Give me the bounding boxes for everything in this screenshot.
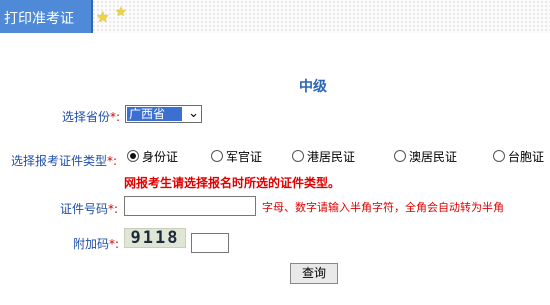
captcha-input[interactable] [191,233,229,253]
radio-dot[interactable] [493,150,505,162]
star-icon: ★ [96,8,110,26]
radio-label: 台胞证 [508,150,545,164]
id-type-label: 选择报考证件类型*: [11,152,117,169]
query-button[interactable]: 查询 [290,263,338,284]
captcha-image[interactable]: 9118 [124,228,186,248]
header-tab: 打印准考证 [0,0,93,33]
required-mark: *: [110,110,121,124]
captcha-label: 附加码*: [73,235,119,252]
id-number-hint: 字母、数字请输入半角字符，全角会自动转为半角 [262,201,504,214]
radio-id-card[interactable]: 身份证 [127,148,178,165]
required-mark: *: [108,202,119,216]
id-type-label-text: 选择报考证件类型 [11,154,108,168]
radio-dot[interactable] [292,150,304,162]
id-number-input[interactable] [124,196,256,216]
province-select[interactable]: 广西省 ⌄ [125,105,202,123]
radio-label: 港居民证 [307,150,356,164]
chevron-down-icon: ⌄ [188,106,199,121]
header-title: 打印准考证 [4,11,74,27]
radio-dot[interactable] [211,150,223,162]
id-number-label-text: 证件号码 [60,202,109,216]
required-mark: *: [107,154,118,168]
province-label-text: 选择省份 [62,110,111,124]
level-title: 中级 [299,79,327,95]
radio-officer-card[interactable]: 军官证 [211,148,262,165]
id-type-warning: 网报考生请选择报名时所选的证件类型。 [124,176,341,190]
captcha-label-text: 附加码 [73,237,110,251]
radio-hk-card[interactable]: 港居民证 [292,148,355,165]
radio-macau-card[interactable]: 澳居民证 [394,148,457,165]
radio-dot[interactable] [127,150,139,162]
radio-label: 澳居民证 [409,150,458,164]
id-number-label: 证件号码*: [60,200,118,217]
province-selected-value: 广西省 [127,107,182,121]
radio-taiwan-card[interactable]: 台胞证 [493,148,544,165]
required-mark: *: [109,237,120,251]
radio-dot[interactable] [394,150,406,162]
province-label: 选择省份*: [62,108,120,125]
radio-label: 身份证 [142,150,179,164]
radio-label: 军官证 [226,150,263,164]
star-icon: ★ [115,5,127,20]
